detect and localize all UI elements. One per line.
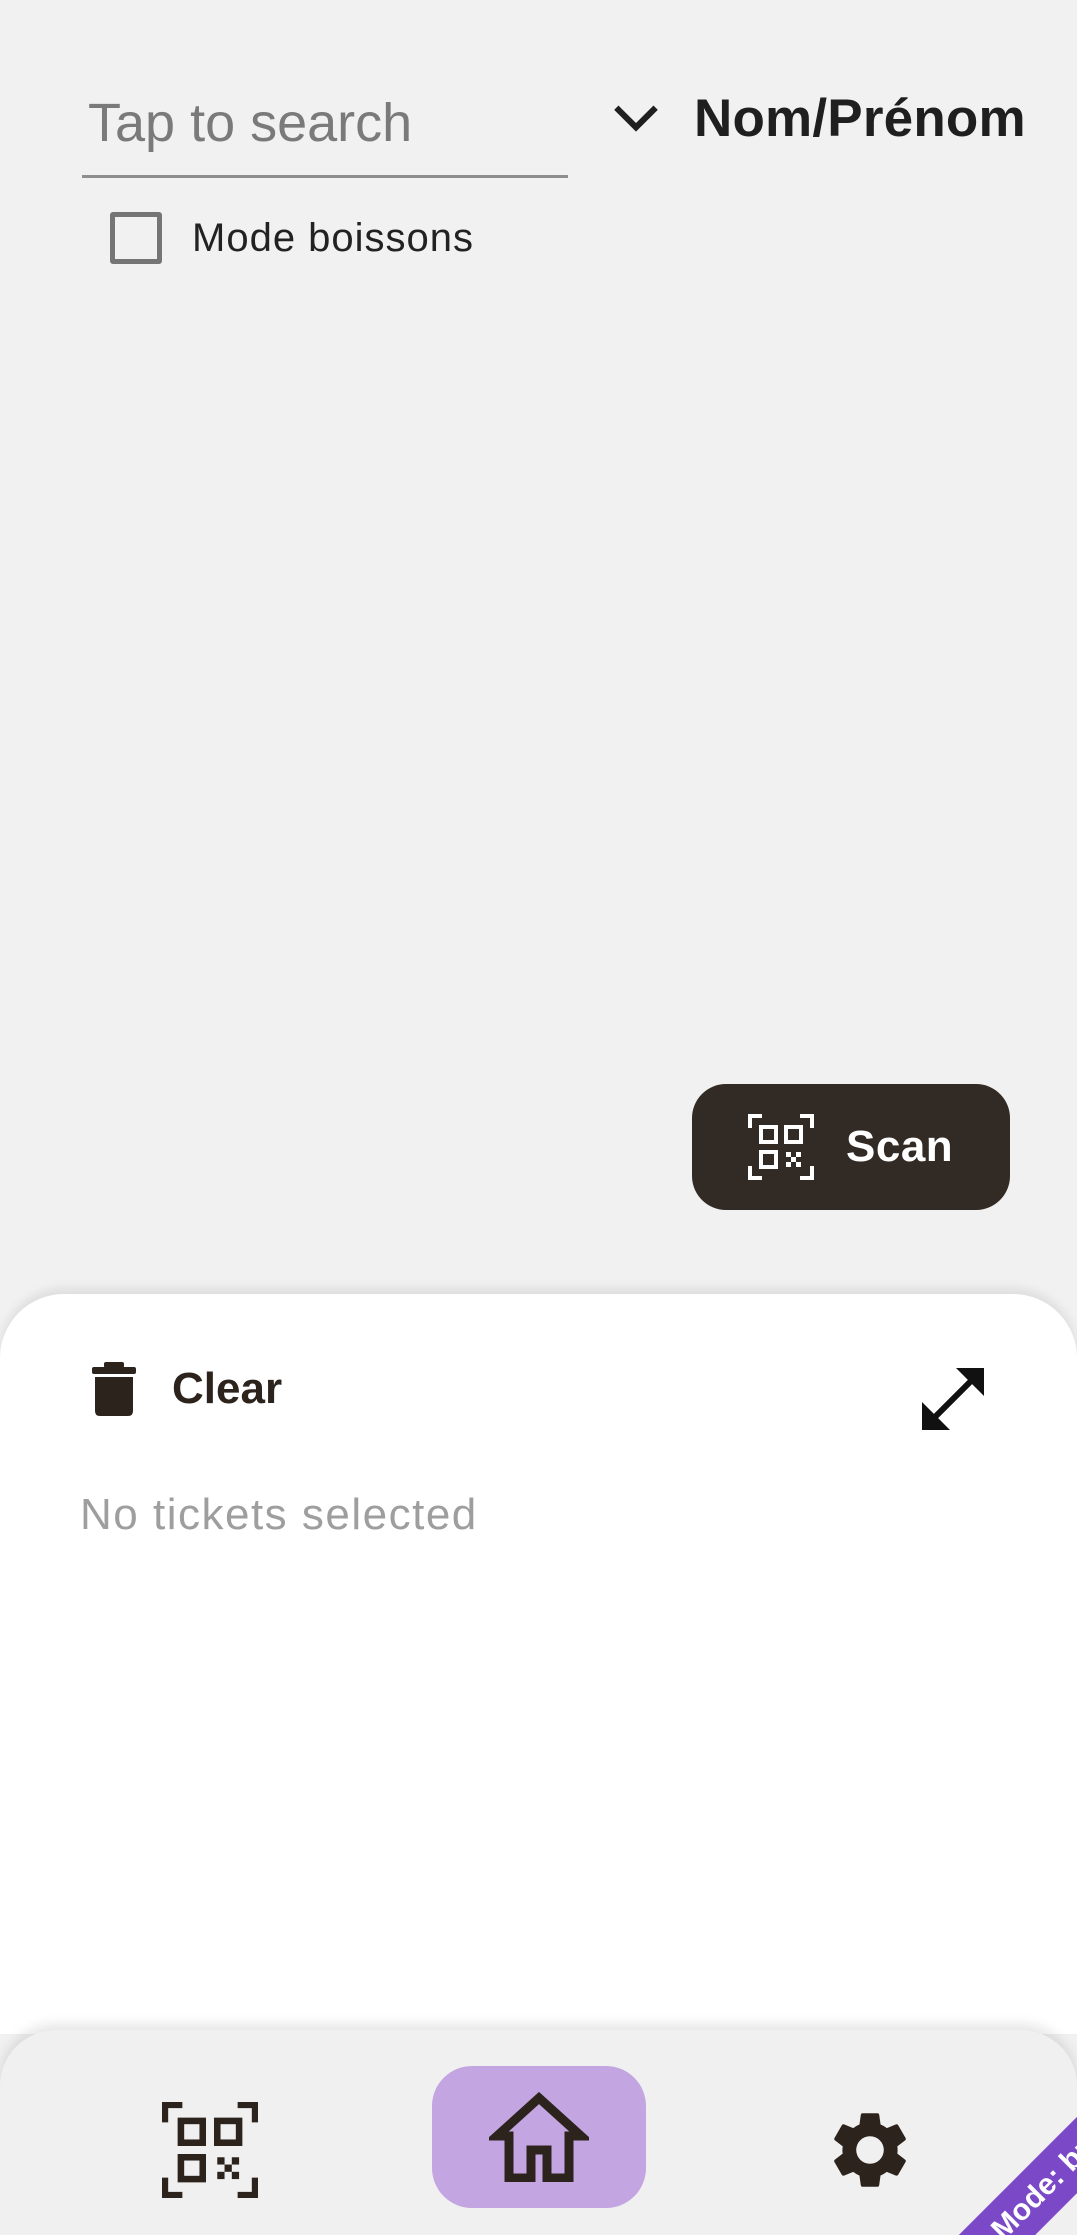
nav-item-home[interactable] (432, 2066, 646, 2208)
nav-item-scan[interactable] (150, 2090, 270, 2210)
gear-icon (834, 2113, 906, 2187)
home-icon (489, 2092, 589, 2182)
qr-code-scan-icon (748, 1114, 814, 1180)
trash-icon (92, 1362, 136, 1416)
sort-dropdown[interactable]: Nom/Prénom (608, 78, 1026, 158)
bottom-navigation (0, 2030, 1077, 2235)
empty-tickets-message: No tickets selected (80, 1490, 478, 1539)
drink-mode-label: Mode boissons (192, 215, 475, 260)
search-input[interactable] (88, 91, 568, 154)
scan-button-label: Scan (846, 1122, 954, 1171)
drink-mode-checkbox[interactable] (110, 212, 162, 264)
expand-icon (922, 1368, 984, 1430)
tickets-sheet: Clear No tickets selected (0, 1294, 1077, 2034)
app-screen: Nom/Prénom Mode boissons (0, 0, 1077, 2235)
chevron-down-icon (614, 105, 658, 132)
drink-mode-toggle[interactable]: Mode boissons (110, 212, 474, 264)
clear-button[interactable]: Clear (92, 1362, 282, 1416)
search-field[interactable] (82, 70, 568, 178)
scan-button[interactable]: Scan (692, 1084, 1010, 1210)
qr-code-icon (162, 2102, 258, 2198)
expand-button[interactable] (918, 1364, 988, 1434)
clear-button-label: Clear (172, 1364, 283, 1413)
sort-selected-value: Nom/Prénom (694, 88, 1026, 148)
nav-item-settings[interactable] (810, 2090, 930, 2210)
